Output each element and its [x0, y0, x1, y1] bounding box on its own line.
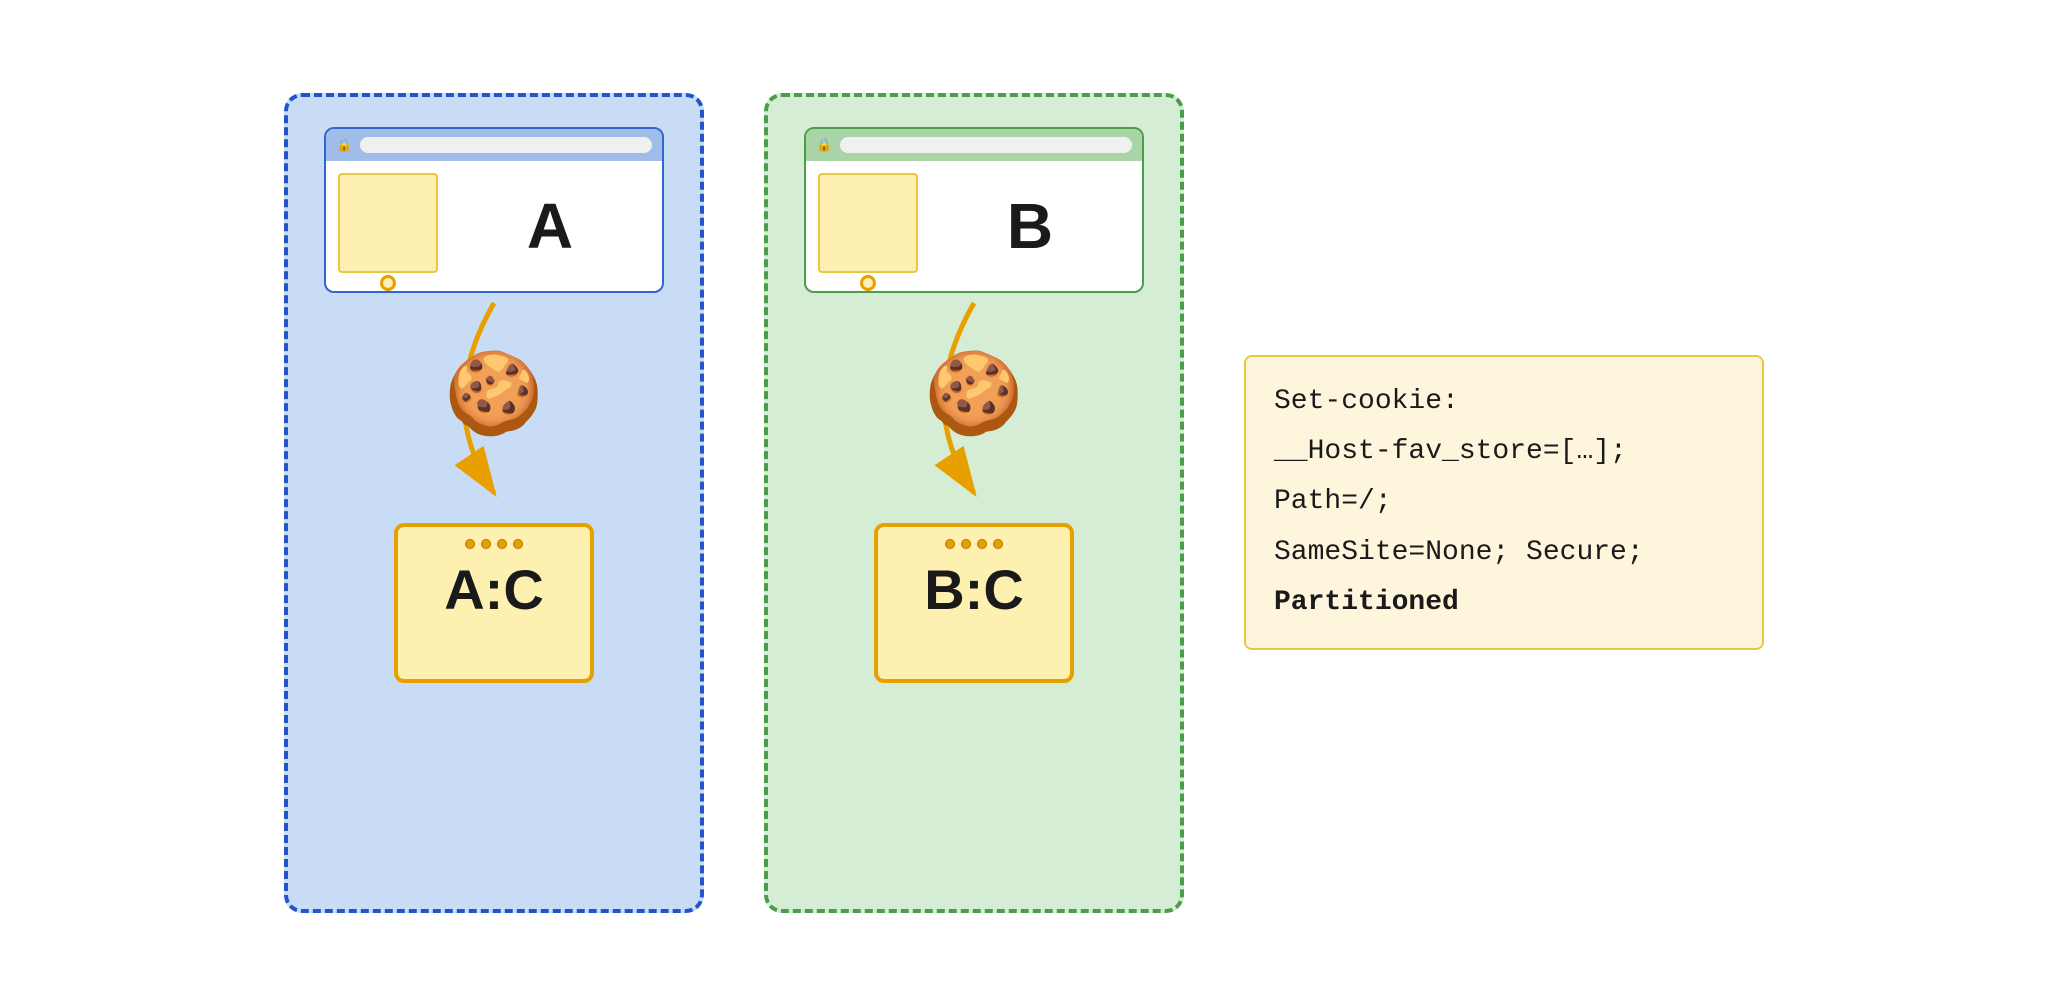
storage-dots-a: [465, 539, 523, 549]
storage-dot-3-a: [497, 539, 507, 549]
browser-window-a: 🔒 A: [324, 127, 664, 293]
urlbar-b: [840, 137, 1132, 153]
storage-dot-4-b: [993, 539, 1003, 549]
storage-dot-1-b: [945, 539, 955, 549]
partition-box-b: 🔒 B: [764, 93, 1184, 913]
cookie-emoji-a: 🍪: [444, 346, 544, 440]
storage-dot-2-a: [481, 539, 491, 549]
browser-site-label-a: A: [450, 173, 650, 279]
storage-dot-4-a: [513, 539, 523, 549]
storage-dot-3-b: [977, 539, 987, 549]
main-container: 🔒 A: [244, 53, 1804, 953]
browser-window-b: 🔒 B: [804, 127, 1144, 293]
urlbar-a: [360, 137, 652, 153]
iframe-connector-a: [380, 275, 396, 291]
browser-titlebar-a: 🔒: [326, 129, 662, 161]
storage-label-a: A:C: [444, 557, 544, 622]
lock-icon-a: 🔒: [336, 137, 352, 153]
iframe-box-a: [338, 173, 438, 273]
partition-box-a: 🔒 A: [284, 93, 704, 913]
cookie-line-5: Partitioned: [1274, 578, 1734, 628]
storage-box-a: A:C: [394, 523, 594, 683]
storage-dot-2-b: [961, 539, 971, 549]
storage-dots-b: [945, 539, 1003, 549]
partition-content-b: 🔒 B: [798, 127, 1150, 683]
cookie-line-3: Path=/;: [1274, 477, 1734, 527]
browser-content-a: A: [326, 161, 662, 291]
cookie-line-4: SameSite=None; Secure;: [1274, 528, 1734, 578]
connector-area-a: 🍪: [318, 293, 670, 513]
cookie-emoji-b: 🍪: [924, 346, 1024, 440]
cookie-header-box: Set-cookie: __Host-fav_store=[…]; Path=/…: [1244, 355, 1764, 651]
storage-label-b: B:C: [924, 557, 1024, 622]
iframe-connector-b: [860, 275, 876, 291]
connector-area-b: 🍪: [798, 293, 1150, 513]
storage-dot-1-a: [465, 539, 475, 549]
cookie-line-1: Set-cookie:: [1274, 377, 1734, 427]
lock-icon-b: 🔒: [816, 137, 832, 153]
iframe-box-b: [818, 173, 918, 273]
browser-titlebar-b: 🔒: [806, 129, 1142, 161]
browser-content-b: B: [806, 161, 1142, 291]
storage-box-b: B:C: [874, 523, 1074, 683]
browser-site-label-b: B: [930, 173, 1130, 279]
partition-content-a: 🔒 A: [318, 127, 670, 683]
cookie-line-2: __Host-fav_store=[…];: [1274, 427, 1734, 477]
